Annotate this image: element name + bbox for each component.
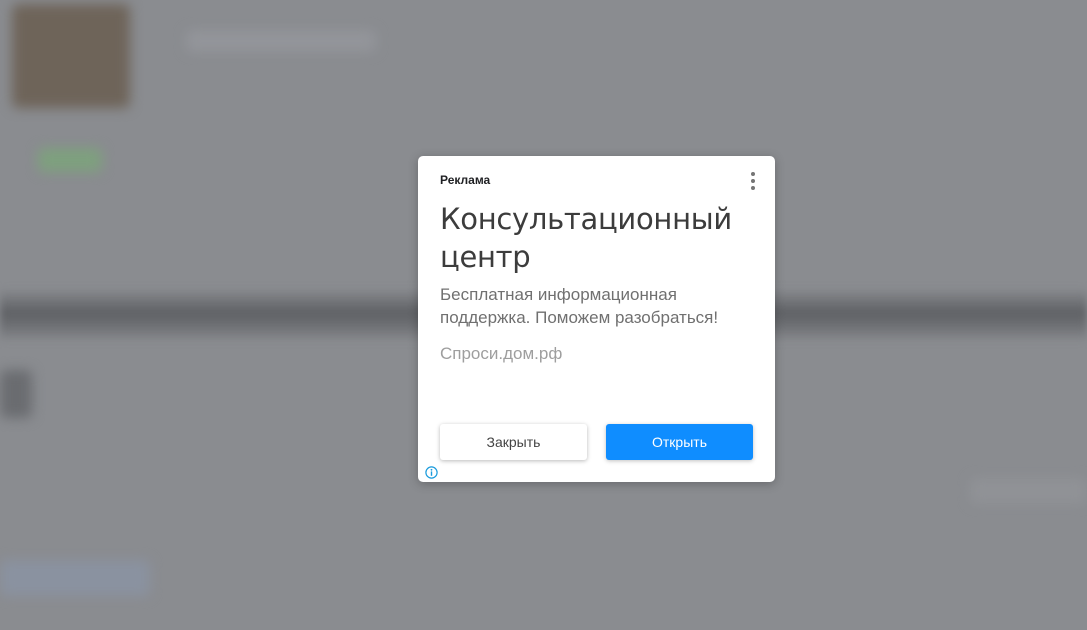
ad-description: Бесплатная информационная поддержка. Пом… [440, 285, 719, 327]
blurred-icon [0, 370, 32, 418]
blurred-title-text [186, 30, 376, 52]
blurred-social-buttons [0, 560, 150, 596]
open-button[interactable]: Открыть [606, 424, 753, 460]
ad-dialog: Реклама Консультационный центр Бесплатна… [418, 156, 775, 482]
ad-headline[interactable]: Консультационный центр [440, 200, 760, 276]
blurred-thumbnail [12, 4, 130, 108]
close-button[interactable]: Закрыть [440, 424, 587, 460]
blurred-green-badge [38, 148, 102, 172]
ad-label: Реклама [440, 173, 491, 187]
info-icon[interactable] [425, 466, 438, 479]
blurred-right-text [970, 478, 1087, 504]
ad-advertiser-domain[interactable]: Спроси.дом.рф [440, 344, 562, 364]
more-vertical-icon[interactable] [745, 171, 761, 191]
